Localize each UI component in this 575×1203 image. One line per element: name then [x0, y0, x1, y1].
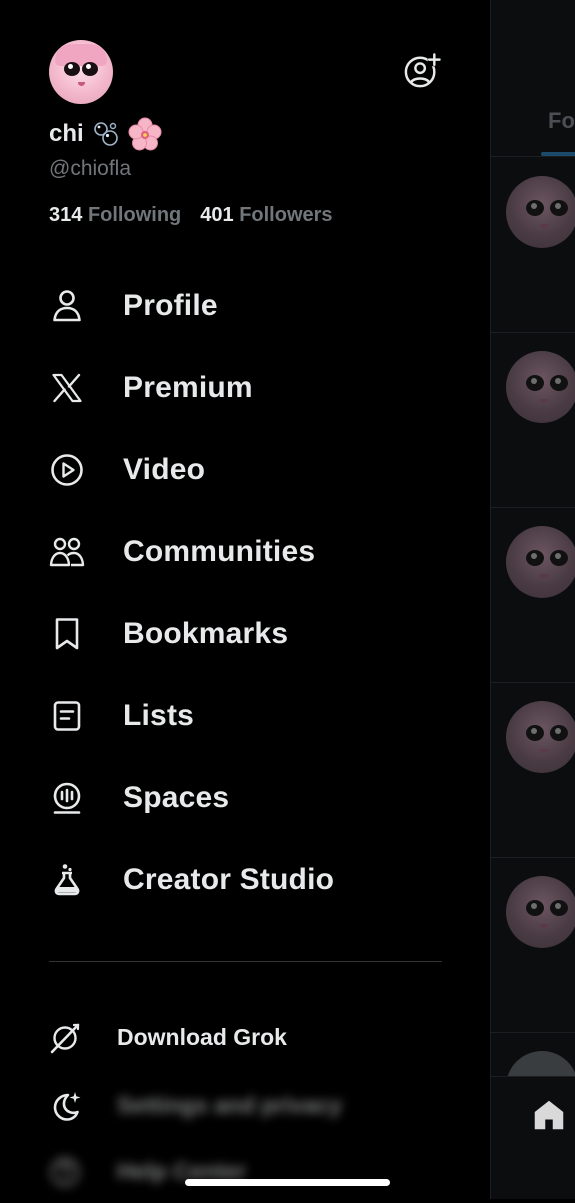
menu-item-label: Bookmarks: [123, 617, 289, 650]
menu-item-label: Lists: [123, 699, 195, 732]
following-label: Following: [87, 204, 182, 226]
active-tab-indicator: [541, 152, 575, 156]
menu-item-bookmarks[interactable]: Bookmarks: [0, 593, 490, 675]
menu-item-profile[interactable]: Profile: [0, 265, 490, 347]
followers-link[interactable]: 401 Followers: [200, 204, 332, 227]
menu-divider: [49, 961, 442, 962]
side-drawer: chi @chiofla 314 Following 401 Followers…: [0, 0, 490, 1199]
menu-item-settings[interactable]: Settings and privacy: [0, 1077, 490, 1137]
timeline-post[interactable]: [491, 157, 575, 333]
x-logo-icon: [49, 370, 85, 406]
home-indicator[interactable]: [185, 1179, 390, 1186]
post-avatar[interactable]: [506, 176, 575, 248]
menu-item-spaces[interactable]: Spaces: [0, 757, 490, 839]
followers-label: Followers: [239, 204, 333, 226]
cherry-blossom-icon: [128, 117, 162, 151]
timeline-post[interactable]: [491, 857, 575, 1033]
user-handle: @chiofla: [49, 157, 132, 180]
drawer-menu: Profile Premium Video Communities Bookma…: [0, 265, 490, 921]
list-icon: [49, 698, 85, 734]
following-link[interactable]: 314 Following: [49, 204, 181, 227]
followers-count: 401: [200, 204, 234, 226]
play-circle-icon: [49, 452, 85, 488]
grok-icon: [50, 1023, 80, 1054]
timeline-background: Fo: [490, 0, 575, 1199]
post-avatar[interactable]: [506, 526, 575, 598]
add-account-icon[interactable]: [403, 53, 441, 89]
follow-stats: 314 Following 401 Followers: [49, 204, 333, 227]
menu-item-label: Communities: [123, 535, 316, 568]
bookmark-icon: [49, 616, 85, 652]
display-name: chi: [49, 120, 84, 147]
menu-item-video[interactable]: Video: [0, 429, 490, 511]
menu-item-creator-studio[interactable]: Creator Studio: [0, 839, 490, 921]
menu-item-lists[interactable]: Lists: [0, 675, 490, 757]
help-icon: [50, 1157, 80, 1187]
menu-item-download-grok[interactable]: Download Grok: [0, 1009, 490, 1069]
person-icon: [49, 288, 85, 324]
tab-following[interactable]: Fo: [548, 108, 575, 134]
timeline-post[interactable]: [491, 507, 575, 683]
display-name-row[interactable]: chi: [49, 116, 162, 152]
communities-icon: [49, 534, 85, 570]
post-avatar[interactable]: [506, 351, 575, 423]
avatar[interactable]: [49, 40, 113, 104]
timeline-post[interactable]: [491, 682, 575, 858]
post-avatar[interactable]: [506, 876, 575, 948]
bubbles-icon: [93, 122, 118, 146]
menu-item-label: Download Grok: [117, 1024, 287, 1050]
menu-item-label: Creator Studio: [123, 863, 335, 896]
post-avatar[interactable]: [506, 701, 575, 773]
following-count: 314: [49, 204, 83, 226]
menu-item-label: Spaces: [123, 781, 230, 814]
menu-item-label: Premium: [123, 371, 253, 404]
menu-item-label: Profile: [123, 289, 218, 322]
timeline-post[interactable]: [491, 332, 575, 508]
menu-item-label: Video: [123, 453, 206, 486]
timeline-tab-bar: Fo: [491, 0, 575, 157]
moon-sparkle-icon: [53, 1092, 81, 1121]
flask-icon: [49, 862, 85, 898]
menu-item-help-center[interactable]: Help Center: [0, 1143, 490, 1203]
home-icon[interactable]: [531, 1097, 567, 1133]
menu-item-communities[interactable]: Communities: [0, 511, 490, 593]
bottom-nav-bar: [491, 1076, 575, 1199]
menu-item-premium[interactable]: Premium: [0, 347, 490, 429]
menu-item-label: Settings and privacy: [117, 1092, 342, 1118]
spaces-icon: [49, 780, 85, 816]
